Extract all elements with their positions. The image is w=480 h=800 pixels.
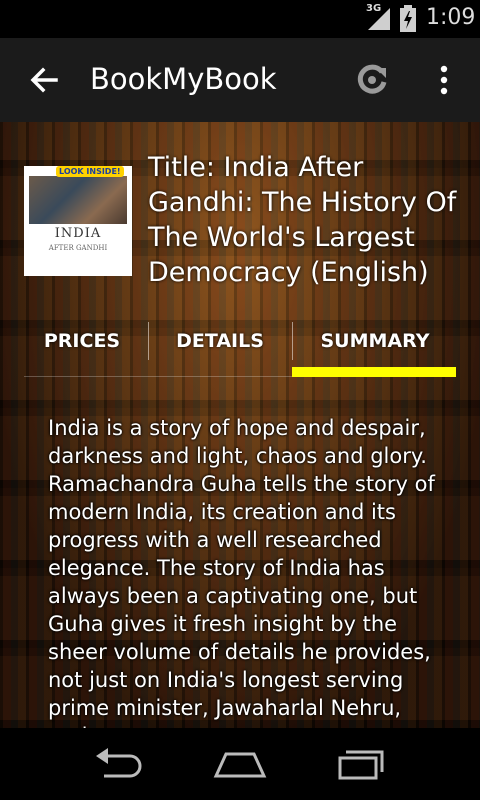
tab-summary[interactable]: SUMMARY [294, 314, 456, 368]
arrow-back-icon[interactable] [26, 62, 62, 98]
home-nav-icon[interactable] [212, 746, 268, 782]
back-nav-icon[interactable] [92, 746, 148, 782]
battery-icon [400, 5, 416, 32]
action-bar: BookMyBook [0, 38, 480, 122]
cover-subtitle: AFTER GANDHI [48, 244, 108, 252]
recents-nav-icon[interactable] [334, 746, 390, 782]
selected-tab-indicator [292, 367, 456, 377]
tab-details[interactable]: DETAILS [150, 314, 290, 368]
status-bar: 3G 1:09 [0, 0, 480, 38]
refresh-icon[interactable] [352, 60, 392, 100]
cover-photo [29, 176, 127, 224]
clock: 1:09 [426, 5, 476, 30]
book-cover-image[interactable]: LOOK INSIDE! INDIA AFTER GANDHI [24, 166, 132, 276]
overflow-menu-icon[interactable] [430, 60, 458, 100]
look-inside-badge: LOOK INSIDE! [56, 166, 124, 177]
app-title: BookMyBook [90, 62, 277, 96]
book-title: Title: India After Gandhi: The History O… [148, 152, 457, 288]
tab-divider [292, 322, 293, 360]
cover-title: INDIA [54, 226, 102, 241]
book-detail-content: LOOK INSIDE! INDIA AFTER GANDHI Title: I… [0, 122, 480, 728]
tab-bar: PRICES DETAILS SUMMARY [0, 314, 480, 386]
navigation-bar [0, 728, 480, 800]
signal-icon [368, 8, 390, 30]
tab-divider [148, 322, 149, 360]
summary-text[interactable]: India is a story of hope and despair, da… [48, 414, 438, 728]
tab-prices[interactable]: PRICES [24, 314, 140, 368]
